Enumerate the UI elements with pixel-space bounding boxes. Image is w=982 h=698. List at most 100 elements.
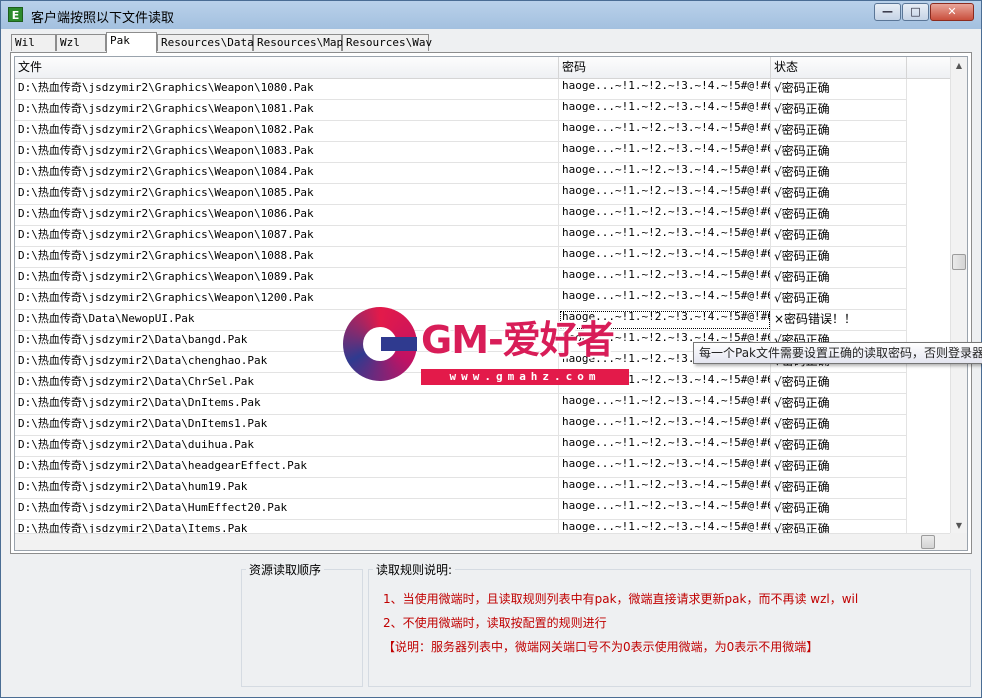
- table-row[interactable]: D:\热血传奇\jsdzymir2\Graphics\Weapon\1085.P…: [15, 184, 907, 205]
- column-header-status[interactable]: 状态: [771, 57, 907, 78]
- status-cell: √密码正确: [771, 142, 907, 162]
- file-path-cell: D:\热血传奇\jsdzymir2\Graphics\Weapon\1088.P…: [15, 247, 559, 267]
- table-row[interactable]: D:\热血传奇\jsdzymir2\Graphics\Weapon\1089.P…: [15, 268, 907, 289]
- vertical-scroll-thumb[interactable]: [952, 254, 966, 270]
- tooltip: 每一个Pak文件需要设置正确的读取密码，否则登录器: [693, 342, 982, 364]
- rule-line-2: 2、不使用微端时，读取按配置的规则进行: [383, 616, 607, 630]
- table-row[interactable]: D:\热血传奇\jsdzymir2\Data\hum19.Pak haoge...…: [15, 478, 907, 499]
- file-path-cell: D:\热血传奇\jsdzymir2\Data\duihua.Pak: [15, 436, 559, 456]
- title-bar[interactable]: E 客户端按照以下文件读取 — □ ✕: [1, 1, 981, 29]
- password-cell[interactable]: haoge...~!1.~!2.~!3.~!4.~!5#@!#6#@7: [559, 205, 771, 225]
- resource-order-title: 资源读取顺序: [246, 561, 325, 578]
- status-cell: √密码正确: [771, 247, 907, 267]
- password-cell[interactable]: haoge...~!1.~!2.~!3.~!4.~!5#@!#6#@7: [559, 499, 771, 519]
- main-window: E 客户端按照以下文件读取 — □ ✕ Wil Wzl Pak Resource…: [0, 0, 982, 698]
- status-cell: √密码正确: [771, 226, 907, 246]
- file-path-cell: D:\热血传奇\jsdzymir2\Data\headgearEffect.Pa…: [15, 457, 559, 477]
- password-cell[interactable]: haoge...~!1.~!2.~!3.~!4.~!5#@!#6#@7: [559, 457, 771, 477]
- file-path-cell: D:\热血传奇\jsdzymir2\Data\DnItems1.Pak: [15, 415, 559, 435]
- table-row[interactable]: D:\热血传奇\jsdzymir2\Graphics\Weapon\1083.P…: [15, 142, 907, 163]
- scrollbar-corner: [950, 533, 967, 550]
- file-path-cell: D:\热血传奇\jsdzymir2\Graphics\Weapon\1082.P…: [15, 121, 559, 141]
- password-cell[interactable]: haoge...~!1.~!2.~!3.~!4.~!5#@!#6#@7: [559, 226, 771, 246]
- status-cell: √密码正确: [771, 499, 907, 519]
- table-row[interactable]: D:\热血传奇\jsdzymir2\Graphics\Weapon\1087.P…: [15, 226, 907, 247]
- table-row[interactable]: D:\热血传奇\jsdzymir2\Data\DnItems1.Pak haoge…: [15, 415, 907, 436]
- vertical-scrollbar[interactable]: ▲ ▼: [950, 57, 967, 534]
- file-path-cell: D:\热血传奇\jsdzymir2\Graphics\Weapon\1086.P…: [15, 205, 559, 225]
- table-row[interactable]: D:\热血传奇\jsdzymir2\Graphics\Weapon\1081.P…: [15, 100, 907, 121]
- rule-line-1: 1、当使用微端时，且读取规则列表中有pak，微端直接请求更新pak，而不再读 w…: [383, 592, 859, 606]
- rule-line-3: 【说明：服务器列表中，微端网关端口号不为0表示使用微端，为0表示不用微端】: [383, 640, 819, 654]
- password-cell[interactable]: haoge...~!1.~!2.~!3.~!4.~!5#@!#6#@7: [559, 247, 771, 267]
- password-cell[interactable]: haoge...~!1.~!2.~!3.~!4.~!5#@!#6#@7: [559, 163, 771, 183]
- horizontal-scroll-thumb[interactable]: [921, 535, 935, 549]
- watermark-logo: GM-爱好者 www.gmahz.com: [343, 301, 633, 391]
- column-header-password[interactable]: 密码: [559, 57, 771, 78]
- status-cell: √密码正确: [771, 100, 907, 120]
- table-row[interactable]: D:\热血传奇\jsdzymir2\Graphics\Weapon\1080.P…: [15, 79, 907, 100]
- watermark-url: www.gmahz.com: [421, 369, 629, 385]
- file-path-cell: D:\热血传奇\jsdzymir2\Data\hum19.Pak: [15, 478, 559, 498]
- password-cell[interactable]: haoge...~!1.~!2.~!3.~!4.~!5#@!#6#@7: [559, 436, 771, 456]
- table-row[interactable]: D:\热血传奇\jsdzymir2\Graphics\Weapon\1084.P…: [15, 163, 907, 184]
- watermark-text: GM-爱好者: [421, 318, 615, 362]
- status-cell: √密码正确: [771, 121, 907, 141]
- minimize-button[interactable]: —: [874, 3, 901, 21]
- column-header-file[interactable]: 文件: [15, 57, 559, 78]
- password-cell[interactable]: haoge...~!1.~!2.~!3.~!4.~!5#@!#6#@7: [559, 121, 771, 141]
- table-row[interactable]: D:\热血传奇\jsdzymir2\Data\DnItems.Pak haoge.…: [15, 394, 907, 415]
- password-cell[interactable]: haoge...~!1.~!2.~!3.~!4.~!5#@!#6#@7: [559, 184, 771, 204]
- file-path-cell: D:\热血传奇\jsdzymir2\Data\HumEffect20.Pak: [15, 499, 559, 519]
- file-path-cell: D:\热血传奇\jsdzymir2\Graphics\Weapon\1080.P…: [15, 79, 559, 99]
- tab-resources-data[interactable]: Resources\Data: [157, 34, 254, 51]
- status-cell: √密码正确: [771, 79, 907, 99]
- status-cell: ×密码错误！！: [771, 310, 907, 330]
- status-cell: √密码正确: [771, 163, 907, 183]
- scroll-down-icon[interactable]: ▼: [951, 517, 967, 534]
- tab-pak[interactable]: Pak: [106, 32, 157, 53]
- read-rules-group: 读取规则说明: 1、当使用微端时，且读取规则列表中有pak，微端直接请求更新pa…: [368, 561, 971, 687]
- file-path-cell: D:\热血传奇\jsdzymir2\Graphics\Weapon\1085.P…: [15, 184, 559, 204]
- password-cell[interactable]: haoge...~!1.~!2.~!3.~!4.~!5#@!#6#@7: [559, 268, 771, 288]
- table-row[interactable]: D:\热血传奇\jsdzymir2\Data\HumEffect20.Pak ha…: [15, 499, 907, 520]
- status-cell: √密码正确: [771, 205, 907, 225]
- status-cell: √密码正确: [771, 478, 907, 498]
- watermark-g-bar: [381, 337, 417, 351]
- horizontal-scrollbar[interactable]: [15, 533, 951, 550]
- file-path-cell: D:\热血传奇\jsdzymir2\Graphics\Weapon\1089.P…: [15, 268, 559, 288]
- password-cell[interactable]: haoge...~!1.~!2.~!3.~!4.~!5#@!#6#@7: [559, 415, 771, 435]
- tab-wzl[interactable]: Wzl: [56, 34, 106, 51]
- file-path-cell: D:\热血传奇\jsdzymir2\Graphics\Weapon\1084.P…: [15, 163, 559, 183]
- password-cell[interactable]: haoge...~!1.~!2.~!3.~!4.~!5#@!#6#@7: [559, 394, 771, 414]
- close-button[interactable]: ✕: [930, 3, 974, 21]
- table-row[interactable]: D:\热血传奇\jsdzymir2\Data\duihua.Pak haoge..…: [15, 436, 907, 457]
- maximize-button[interactable]: □: [902, 3, 929, 21]
- status-cell: √密码正确: [771, 415, 907, 435]
- status-cell: √密码正确: [771, 268, 907, 288]
- window-title: 客户端按照以下文件读取: [31, 11, 175, 26]
- resource-order-group: 资源读取顺序: [241, 561, 363, 687]
- scroll-up-icon[interactable]: ▲: [951, 57, 967, 74]
- read-rules-title: 读取规则说明:: [373, 561, 456, 578]
- status-cell: √密码正确: [771, 457, 907, 477]
- tab-resources-map[interactable]: Resources\Map: [253, 34, 343, 51]
- table-row[interactable]: D:\热血传奇\jsdzymir2\Graphics\Weapon\1088.P…: [15, 247, 907, 268]
- file-path-cell: D:\热血传奇\jsdzymir2\Data\DnItems.Pak: [15, 394, 559, 414]
- status-cell: √密码正确: [771, 184, 907, 204]
- tab-resources-wav[interactable]: Resources\Wav: [342, 34, 432, 51]
- file-path-cell: D:\热血传奇\jsdzymir2\Graphics\Weapon\1081.P…: [15, 100, 559, 120]
- table-row[interactable]: D:\热血传奇\jsdzymir2\Data\headgearEffect.Pa…: [15, 457, 907, 478]
- app-icon: E: [8, 7, 23, 22]
- file-path-cell: D:\热血传奇\jsdzymir2\Graphics\Weapon\1087.P…: [15, 226, 559, 246]
- password-cell[interactable]: haoge...~!1.~!2.~!3.~!4.~!5#@!#6#@7: [559, 100, 771, 120]
- status-cell: √密码正确: [771, 436, 907, 456]
- status-cell: √密码正确: [771, 394, 907, 414]
- table-row[interactable]: D:\热血传奇\jsdzymir2\Graphics\Weapon\1086.P…: [15, 205, 907, 226]
- password-cell[interactable]: haoge...~!1.~!2.~!3.~!4.~!5#@!#6#@7: [559, 79, 771, 99]
- password-cell[interactable]: haoge...~!1.~!2.~!3.~!4.~!5#@!#6#@7: [559, 142, 771, 162]
- password-cell[interactable]: haoge...~!1.~!2.~!3.~!4.~!5#@!#6#@7: [559, 478, 771, 498]
- tab-wil[interactable]: Wil: [11, 34, 56, 51]
- status-cell: √密码正确: [771, 373, 907, 393]
- table-row[interactable]: D:\热血传奇\jsdzymir2\Graphics\Weapon\1082.P…: [15, 121, 907, 142]
